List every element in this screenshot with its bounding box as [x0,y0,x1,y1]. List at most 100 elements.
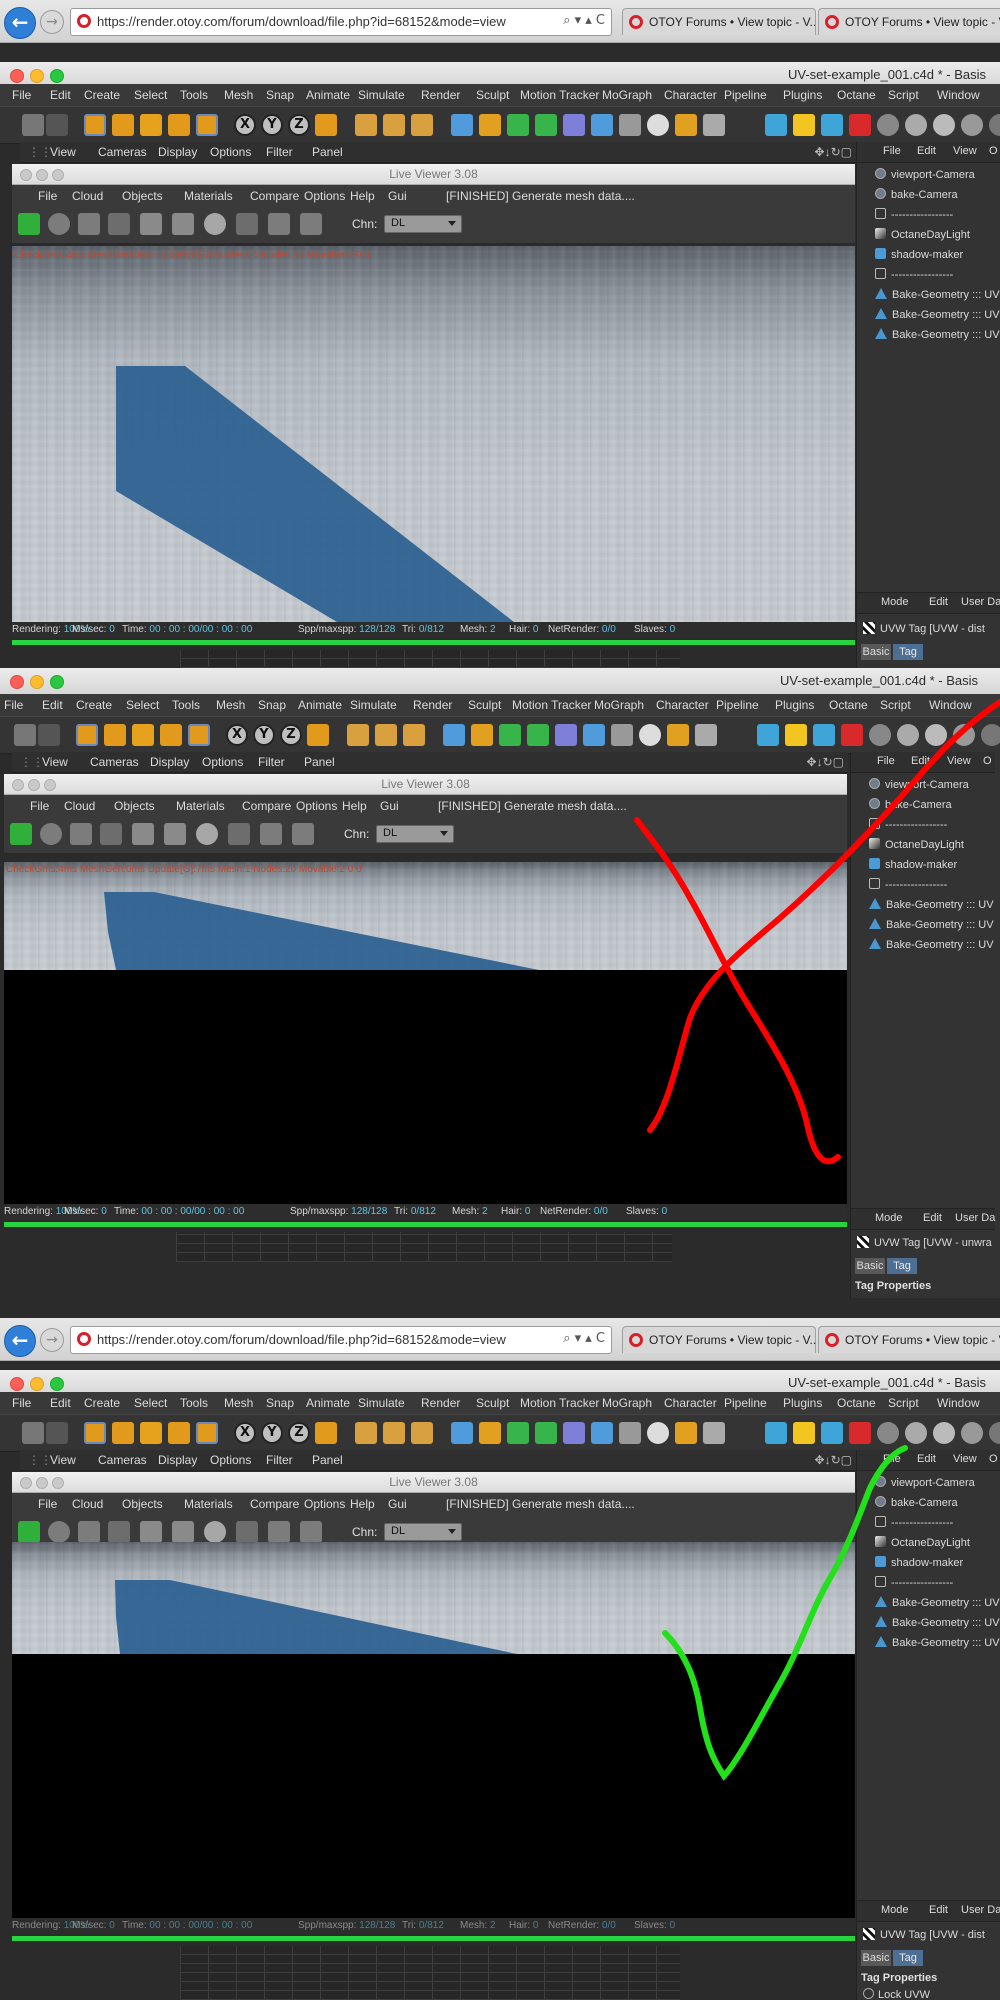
menu-window[interactable]: Window [929,698,972,712]
object-item[interactable]: bake-Camera [869,798,952,816]
move-tool-icon[interactable] [104,724,126,746]
viewport-menu-display[interactable]: Display [158,145,197,159]
am-menu-user-da[interactable]: User Da [961,596,1000,608]
menu-select[interactable]: Select [134,1396,167,1410]
object-item[interactable]: bake-Camera [875,188,958,206]
object-item[interactable]: ----------------- [875,1516,953,1534]
viewport-menu-view[interactable]: View [42,755,68,769]
y-axis-icon[interactable]: Y [261,114,283,136]
lv-menu-objects[interactable]: Objects [122,1497,163,1511]
settings-gear-icon[interactable] [140,1521,162,1543]
url-controls[interactable]: ⌕ ▾ ▴ C [563,13,605,28]
object-item[interactable]: shadow-maker [875,248,963,266]
object-item[interactable]: ----------------- [875,1576,953,1594]
object-item[interactable]: Bake-Geometry ::: UV [875,288,1000,306]
lock-icon[interactable] [172,213,194,235]
om-menu-view[interactable]: View [953,1453,977,1465]
viewport-menu-options[interactable]: Options [210,1453,251,1467]
lv-menu-compare[interactable]: Compare [242,799,291,813]
object-item[interactable]: Bake-Geometry ::: UV [869,938,994,956]
move-tool-icon[interactable] [112,1422,134,1444]
menu-window[interactable]: Window [937,1396,980,1410]
light-icon[interactable] [647,114,669,136]
tab-tag[interactable]: Tag [893,644,923,660]
viewport-menu-display[interactable]: Display [150,755,189,769]
object-item[interactable]: ----------------- [869,878,947,896]
octane-material-icon[interactable] [953,724,975,746]
octane-material-icon[interactable] [989,1422,1000,1444]
om-menu-view[interactable]: View [947,755,971,767]
tab-basic[interactable]: Basic [861,1950,891,1966]
menu-sculpt[interactable]: Sculpt [476,1396,509,1410]
deformer-icon[interactable] [555,724,577,746]
menu-mesh[interactable]: Mesh [224,88,253,102]
zoom-window-button[interactable] [50,675,64,689]
menu-edit[interactable]: Edit [50,1396,71,1410]
camera-icon[interactable] [619,1422,641,1444]
viewport-nav-icon[interactable]: ✥↓↻▢ [815,145,852,159]
deformer-icon[interactable] [563,1422,585,1444]
coord-system-icon[interactable] [307,724,329,746]
object-item[interactable]: viewport-Camera [869,778,969,796]
tab-tag[interactable]: Tag [887,1258,917,1274]
x-axis-icon[interactable]: X [226,724,248,746]
zoom-window-button[interactable] [50,1377,64,1391]
camera-icon[interactable] [611,724,633,746]
undo-icon[interactable] [22,114,44,136]
am-menu-user-da[interactable]: User Da [961,1904,1000,1916]
menu-pipeline[interactable]: Pipeline [724,1396,767,1410]
browser-back-button[interactable]: ← [4,1325,36,1357]
region-render-icon[interactable] [108,1521,130,1543]
menu-file[interactable]: File [12,1396,31,1410]
material-pick-icon[interactable] [300,213,322,235]
url-bar[interactable]: https://render.otoy.com/forum/download/f… [70,1326,612,1354]
rotate-tool-icon[interactable] [168,114,190,136]
lv-menu-options[interactable]: Options [296,799,337,813]
region-render-icon[interactable] [108,213,130,235]
viewport-menu-cameras[interactable]: Cameras [90,755,139,769]
floor-icon[interactable] [591,114,613,136]
region-icon[interactable] [228,823,250,845]
lv-menu-help[interactable]: Help [342,799,367,813]
restart-icon[interactable] [48,213,70,235]
move-tool-icon[interactable] [84,1422,106,1444]
octane-material-icon[interactable] [869,724,891,746]
menu-snap[interactable]: Snap [266,88,294,102]
octane-material-icon[interactable] [981,724,1000,746]
am-menu-mode[interactable]: Mode [875,1212,903,1224]
menu-mesh[interactable]: Mesh [216,698,245,712]
select-tool-icon[interactable] [188,724,210,746]
om-menu-o[interactable]: O [983,755,992,767]
restart-icon[interactable] [40,823,62,845]
octane-render-icon[interactable] [841,724,863,746]
render-view-icon[interactable] [347,724,369,746]
pen-icon[interactable] [471,724,493,746]
object-item[interactable]: Bake-Geometry ::: UV [875,1616,1000,1634]
octane-material-icon[interactable] [905,1422,927,1444]
tab-basic[interactable]: Basic [855,1258,885,1274]
rotate-tool-icon[interactable] [160,724,182,746]
object-item[interactable]: Bake-Geometry ::: UV [875,1596,1000,1614]
cube-icon[interactable] [451,114,473,136]
om-menu-view[interactable]: View [953,145,977,157]
lv-menu-help[interactable]: Help [350,1497,375,1511]
array-icon[interactable] [527,724,549,746]
menu-script[interactable]: Script [888,1396,919,1410]
url-controls[interactable]: ⌕ ▾ ▴ C [563,1331,605,1346]
tab-tag[interactable]: Tag [893,1950,923,1966]
lv-menu-materials[interactable]: Materials [184,1497,233,1511]
lv-menu-objects[interactable]: Objects [114,799,155,813]
menu-edit[interactable]: Edit [50,88,71,102]
om-menu-o[interactable]: O [989,1453,998,1465]
deformer-icon[interactable] [563,114,585,136]
browser-tab[interactable]: OTOY Forums • View topic - V... [622,1326,816,1353]
object-item[interactable]: Bake-Geometry ::: UV [869,898,994,916]
om-menu-edit[interactable]: Edit [917,145,936,157]
browser-back-button[interactable]: ← [4,7,36,39]
octane-material-icon[interactable] [961,1422,983,1444]
light-icon[interactable] [647,1422,669,1444]
am-menu-edit[interactable]: Edit [929,1904,948,1916]
array-icon[interactable] [535,114,557,136]
menu-animate[interactable]: Animate [306,1396,350,1410]
cube-icon[interactable] [443,724,465,746]
